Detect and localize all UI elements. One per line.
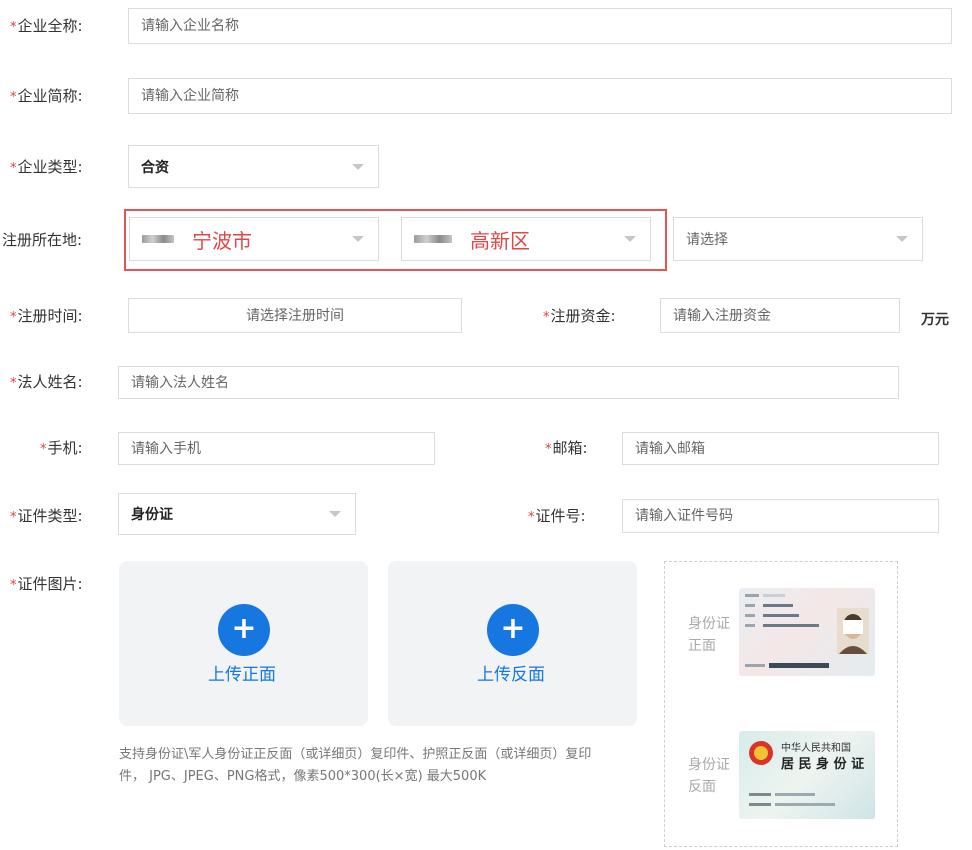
cert-image-label: *证件图片: bbox=[10, 575, 83, 593]
cert-no-input[interactable]: 请输入证件号码 bbox=[622, 499, 939, 533]
upload-back-area[interactable]: + 上传反面 bbox=[388, 561, 637, 726]
chevron-down-icon bbox=[352, 163, 364, 170]
company-short-input[interactable]: 请输入企业简称 bbox=[128, 78, 952, 114]
chevron-down-icon bbox=[329, 511, 341, 517]
email-input[interactable]: 请输入邮箱 bbox=[622, 432, 939, 465]
district-select[interactable]: 高新区 bbox=[401, 217, 651, 261]
email-label: *邮箱: bbox=[545, 439, 588, 457]
legal-name-input[interactable]: 请输入法人姓名 bbox=[118, 366, 899, 399]
company-name-label: *企业全称: bbox=[10, 17, 83, 35]
plus-icon: + bbox=[218, 604, 270, 656]
blurred-province bbox=[142, 235, 174, 243]
location-label: 注册所在地: bbox=[2, 231, 83, 249]
capital-unit: 万元 bbox=[921, 312, 949, 328]
sample-back-label: 身份证 反面 bbox=[688, 757, 730, 795]
id-card-front-graphic bbox=[745, 594, 869, 668]
chevron-down-icon bbox=[896, 236, 908, 242]
area-select[interactable]: 请选择 bbox=[673, 217, 923, 261]
reg-time-picker[interactable]: 请选择注册时间 bbox=[128, 298, 462, 333]
plus-icon: + bbox=[487, 604, 539, 656]
reg-capital-input[interactable]: 请输入注册资金 bbox=[660, 298, 900, 333]
upload-front-area[interactable]: + 上传正面 bbox=[119, 561, 368, 726]
sample-front-label: 身份证 正面 bbox=[688, 616, 730, 654]
company-type-select[interactable]: 合资 bbox=[128, 145, 379, 188]
id-card-back-subtitle: 居 民 身 份 证 bbox=[781, 757, 865, 772]
id-card-back-sample: 中华人民共和国 居 民 身 份 证 bbox=[739, 731, 875, 819]
reg-capital-label: *注册资金: bbox=[543, 307, 616, 325]
blurred-city bbox=[414, 235, 452, 243]
company-short-label: *企业简称: bbox=[10, 87, 83, 105]
cert-type-label: *证件类型: bbox=[10, 507, 83, 525]
province-city-select[interactable]: 宁波市 bbox=[129, 217, 379, 261]
company-name-input[interactable]: 请输入企业名称 bbox=[128, 8, 952, 44]
phone-input[interactable]: 请输入手机 bbox=[118, 432, 435, 465]
id-card-front-sample bbox=[739, 588, 875, 676]
phone-label: *手机: bbox=[40, 439, 83, 457]
chevron-down-icon bbox=[624, 236, 636, 242]
cert-no-label: *证件号: bbox=[528, 507, 586, 525]
company-type-label: *企业类型: bbox=[10, 158, 83, 176]
cert-type-select[interactable]: 身份证 bbox=[118, 493, 356, 535]
id-card-back-title: 中华人民共和国 bbox=[781, 743, 851, 754]
chevron-down-icon bbox=[352, 236, 364, 242]
reg-time-label: *注册时间: bbox=[10, 307, 83, 325]
upload-hint: 支持身份证\军人身份证正反面（或详细页）复印件、护照正反面（或详细页）复印 件，… bbox=[119, 747, 592, 784]
upload-front-label: 上传正面 bbox=[208, 665, 276, 685]
legal-name-label: *法人姓名: bbox=[10, 373, 83, 391]
upload-back-label: 上传反面 bbox=[477, 665, 545, 685]
